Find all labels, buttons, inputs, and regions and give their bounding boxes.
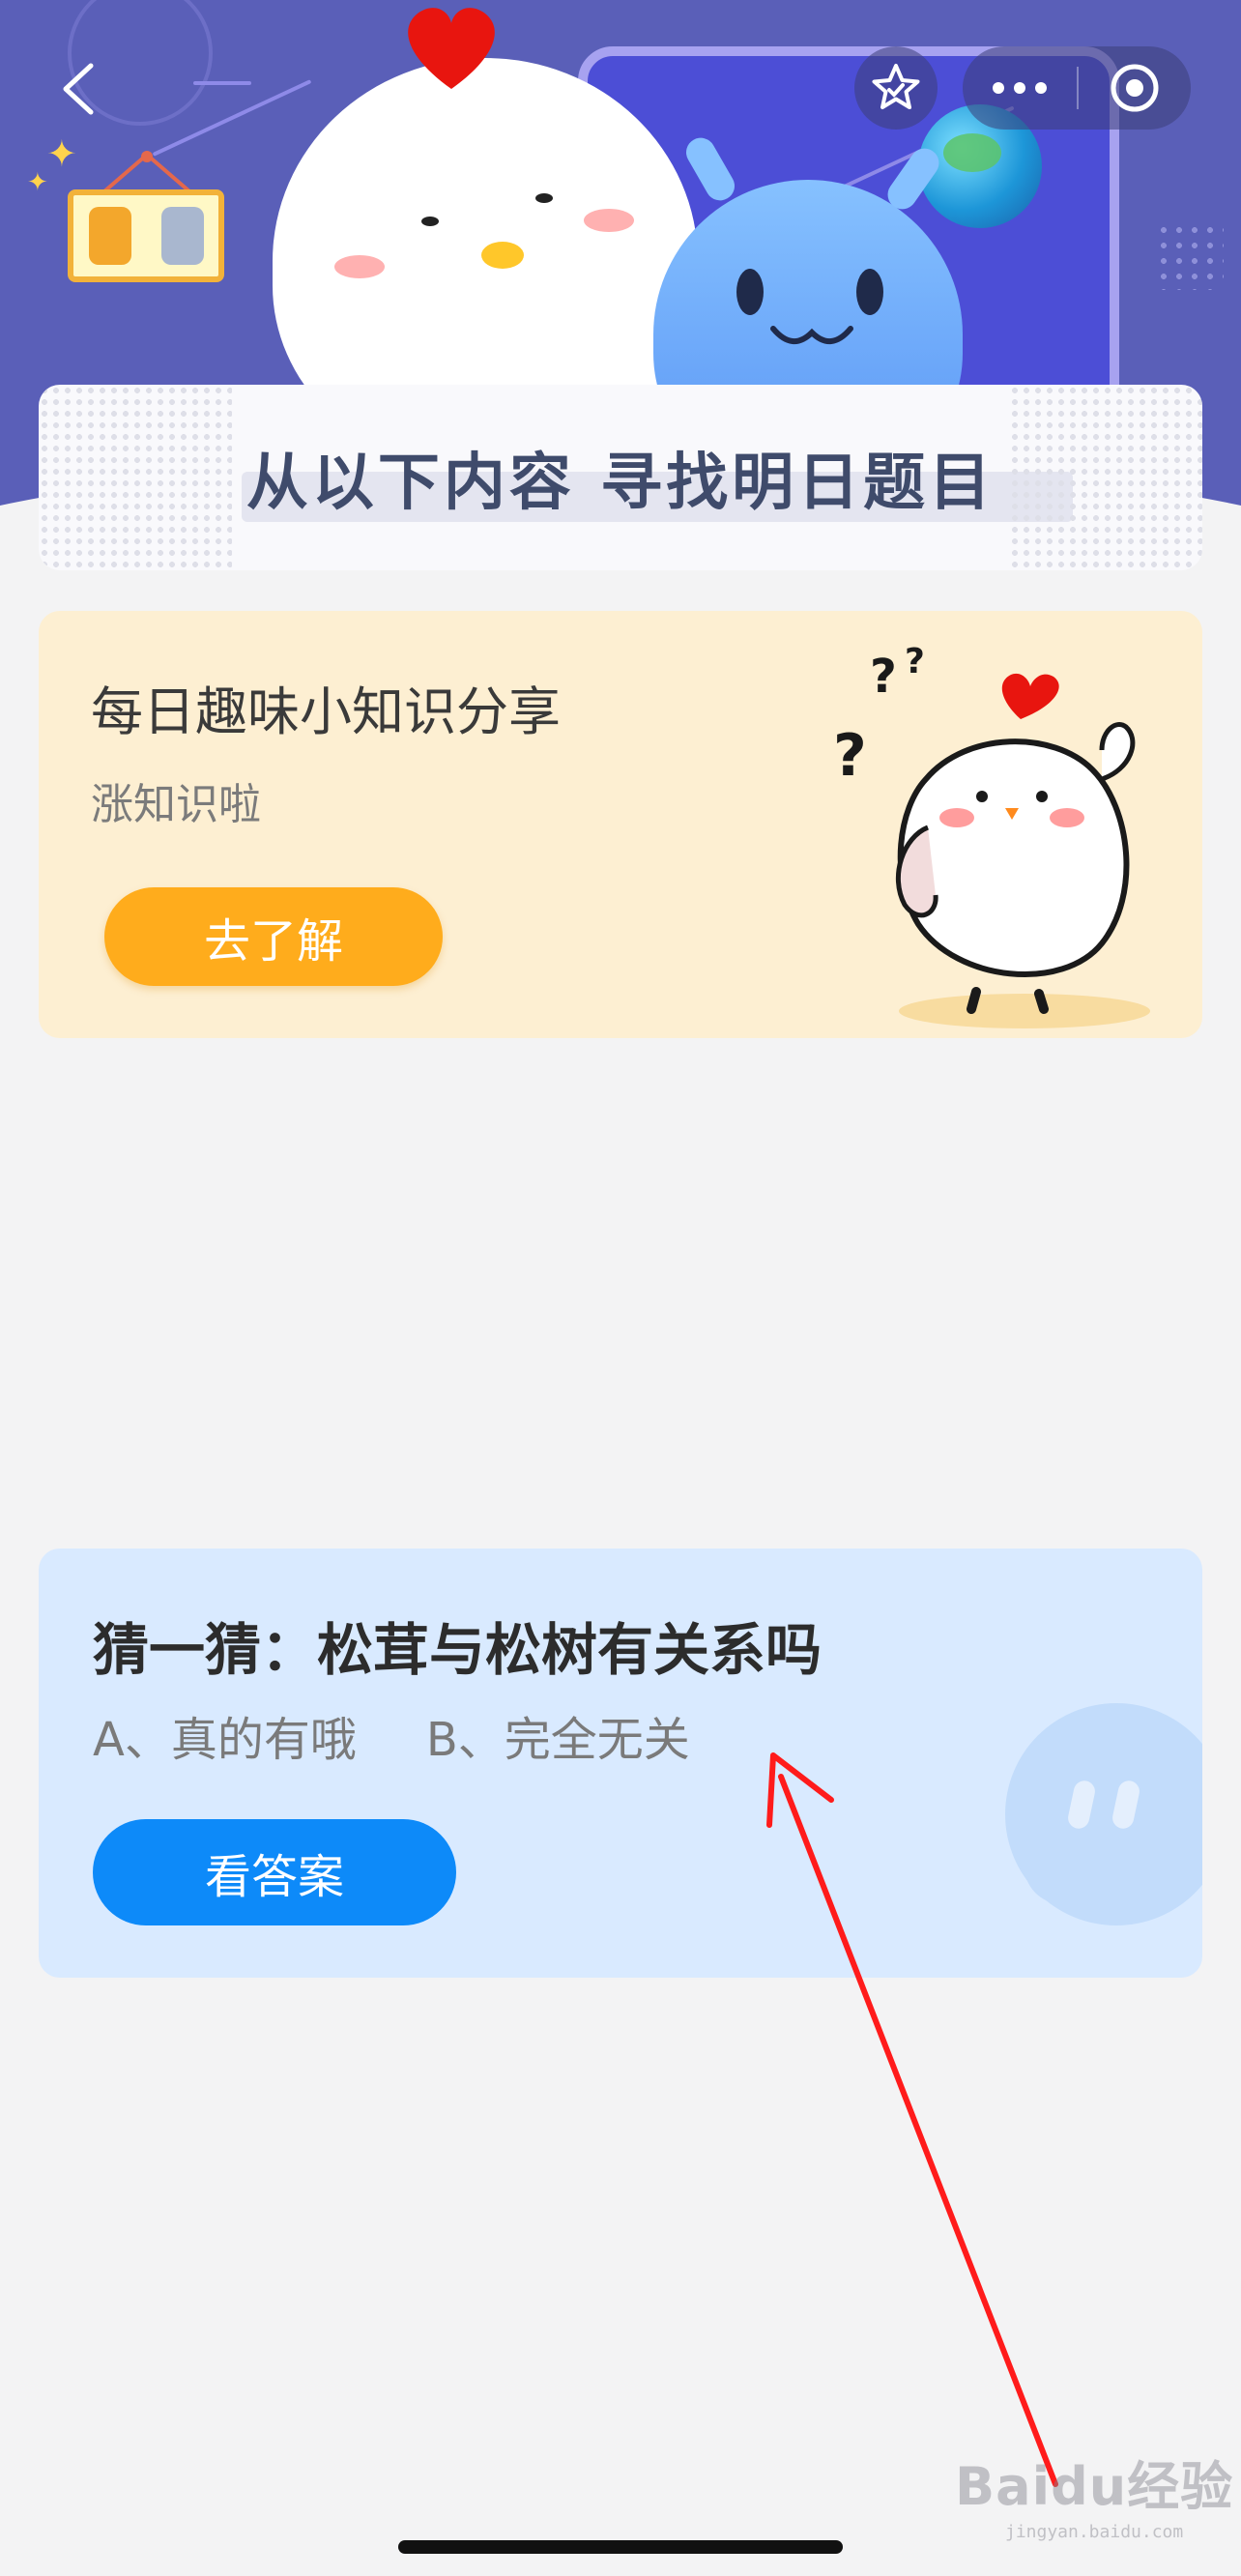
sparkle-icon: ✦ — [27, 168, 48, 197]
alien-mouth — [770, 326, 853, 344]
quiz-option-b: B、完全无关 — [425, 1713, 690, 1767]
svg-text:?: ? — [905, 642, 925, 681]
board-string — [102, 151, 191, 193]
watermark: Baidu经验 jingyan.baidu.com — [955, 2444, 1234, 2542]
daily-knowledge-card: 每日趣味小知识分享 涨知识啦 去了解 ? ? ? — [39, 611, 1202, 1038]
close-miniprogram-button[interactable] — [1079, 46, 1191, 130]
svg-text:?: ? — [870, 650, 897, 704]
back-icon[interactable] — [56, 60, 102, 118]
gold-medal-icon — [88, 207, 131, 265]
chick-blush — [334, 255, 385, 278]
decorative-dots — [1156, 222, 1224, 290]
menu-capsule — [963, 46, 1191, 130]
chick-eye — [535, 193, 553, 203]
quiz-option-a: A、真的有哦 — [93, 1713, 357, 1767]
quiz-card: 猜一猜：松茸与松树有关系吗 A、真的有哦 B、完全无关 看答案 — [39, 1548, 1202, 1978]
chick-eye — [421, 217, 439, 226]
heart-comb-icon — [408, 8, 495, 89]
chat-bubble-icon — [1005, 1703, 1202, 1925]
decorative-line — [193, 81, 251, 85]
home-indicator[interactable] — [398, 2540, 843, 2554]
favorite-button[interactable] — [854, 46, 938, 130]
sparkle-icon: ✦ — [46, 132, 77, 175]
target-icon — [1111, 64, 1159, 112]
quiz-options: A、真的有哦 B、完全无关 — [93, 1701, 690, 1769]
thinking-chick-illustration: ? ? ? — [833, 642, 1150, 1028]
star-icon — [872, 64, 920, 109]
watermark-url: jingyan.baidu.com — [1004, 2522, 1184, 2542]
chick-beak — [481, 242, 524, 269]
section-title-banner: 从以下内容 寻找明日题目 — [39, 385, 1202, 570]
silver-medal-icon — [160, 207, 204, 265]
learn-more-button[interactable]: 去了解 — [104, 887, 443, 986]
more-icon — [993, 82, 1047, 94]
knowledge-card-subtitle: 涨知识啦 — [91, 780, 261, 829]
view-answer-button[interactable]: 看答案 — [93, 1819, 456, 1925]
quiz-question: 猜一猜：松茸与松树有关系吗 — [93, 1617, 823, 1683]
chick-blush — [584, 209, 634, 232]
watermark-logo: Baidu经验 — [955, 2456, 1234, 2517]
alien-eye — [856, 269, 883, 315]
section-title: 从以下内容 寻找明日题目 — [245, 448, 996, 519]
alien-eye — [736, 269, 764, 315]
svg-text:?: ? — [833, 722, 867, 790]
page: ✦ ✦ 从以下内容 寻找明日题目 每日趣味小知识分享 涨知识啦 去了解 ? ? … — [0, 0, 1241, 2576]
achievements-button[interactable] — [68, 189, 224, 282]
more-button[interactable] — [963, 46, 1077, 130]
knowledge-card-title: 每日趣味小知识分享 — [91, 681, 561, 742]
